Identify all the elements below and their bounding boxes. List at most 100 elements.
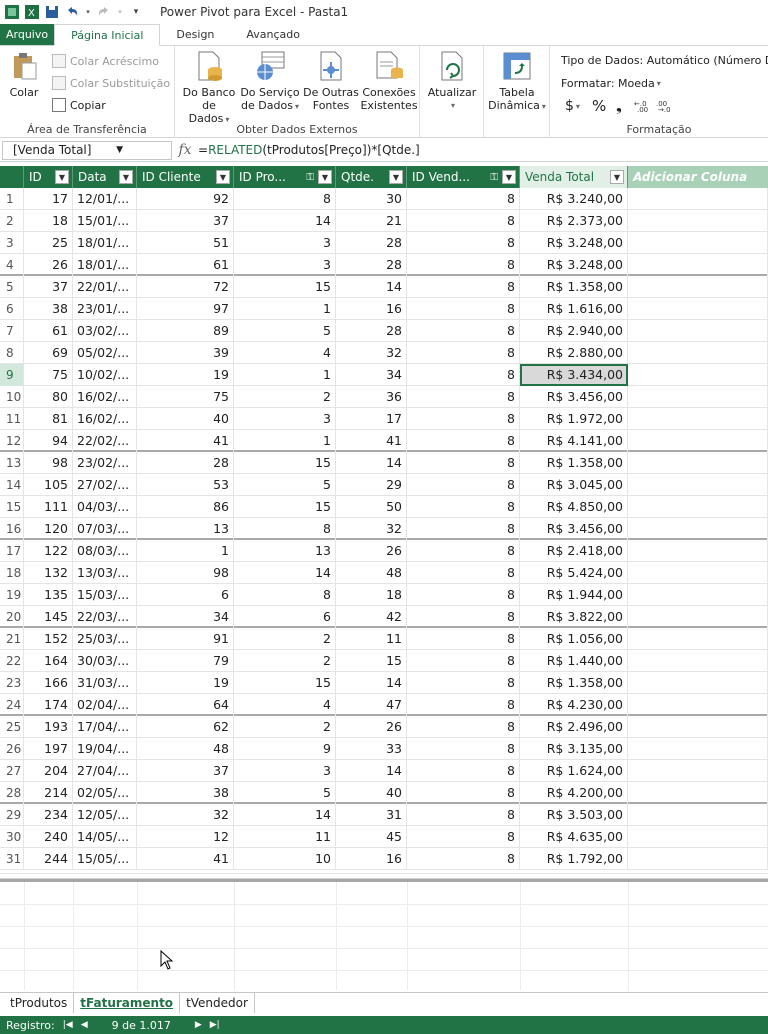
last-record-icon[interactable]: ▶| [210, 1020, 220, 1030]
cell-venda-total[interactable]: R$ 5.424,00 [520, 562, 628, 584]
row-number[interactable]: 1 [0, 188, 24, 210]
cell-venda-total[interactable]: R$ 3.456,00 [520, 386, 628, 408]
column-header-id-cliente[interactable]: ID Cliente ▼ [137, 166, 234, 188]
cell-id[interactable]: 214 [24, 782, 73, 804]
row-number[interactable]: 7 [0, 320, 24, 342]
pivot-table-button[interactable]: Tabela Dinâmica ▾ [488, 50, 546, 113]
cell-venda-total[interactable]: R$ 2.880,00 [520, 342, 628, 364]
cell-id-vendedor[interactable]: 8 [407, 716, 520, 738]
cell-data[interactable]: 31/03/... [73, 672, 137, 694]
cell-add-column[interactable] [628, 672, 768, 694]
table-row[interactable]: 18 132 13/03/... 98 14 48 8 R$ 5.424,00 [0, 562, 768, 584]
row-number[interactable]: 19 [0, 584, 24, 606]
from-database-button[interactable]: Do Banco de Dados ▾ [181, 50, 237, 126]
sheet-tab-tfaturamento[interactable]: tFaturamento [74, 993, 181, 1013]
row-number[interactable]: 13 [0, 452, 24, 474]
cell-id-produto[interactable]: 5 [234, 782, 336, 804]
tab-pagina-inicial[interactable]: Página Inicial [54, 24, 161, 46]
cell-id-cliente[interactable]: 91 [137, 628, 234, 650]
table-row[interactable]: 13 98 23/02/... 28 15 14 8 R$ 1.358,00 [0, 452, 768, 474]
cell-id-produto[interactable]: 15 [234, 496, 336, 518]
cell-add-column[interactable] [628, 694, 768, 716]
cell-qtde[interactable]: 47 [336, 694, 407, 716]
cell-add-column[interactable] [628, 298, 768, 320]
table-row[interactable]: 22 164 30/03/... 79 2 15 8 R$ 1.440,00 [0, 650, 768, 672]
redo-dropdown-icon[interactable]: ▾ [116, 4, 124, 20]
cell-id-vendedor[interactable]: 8 [407, 452, 520, 474]
cell-qtde[interactable]: 26 [336, 540, 407, 562]
cell-id-vendedor[interactable]: 8 [407, 276, 520, 298]
cell-id[interactable]: 105 [24, 474, 73, 496]
cell-qtde[interactable]: 42 [336, 606, 407, 628]
sheet-tab-tprodutos[interactable]: tProdutos [4, 993, 75, 1013]
cell-venda-total[interactable]: R$ 3.135,00 [520, 738, 628, 760]
cell-id-vendedor[interactable]: 8 [407, 496, 520, 518]
cell-id-cliente[interactable]: 12 [137, 826, 234, 848]
next-record-icon[interactable]: ▶ [195, 1020, 202, 1030]
decrease-decimal-icon-button[interactable]: .00 →.0 [656, 98, 674, 112]
cell-data[interactable]: 17/04/... [73, 716, 137, 738]
cell-id-vendedor[interactable]: 8 [407, 848, 520, 870]
row-number[interactable]: 21 [0, 628, 24, 650]
cell-data[interactable]: 30/03/... [73, 650, 137, 672]
cell-id-cliente[interactable]: 48 [137, 738, 234, 760]
cell-id-produto[interactable]: 15 [234, 276, 336, 298]
row-number[interactable]: 16 [0, 518, 24, 540]
table-row[interactable]: 2 18 15/01/... 37 14 21 8 R$ 2.373,00 [0, 210, 768, 232]
row-number[interactable]: 25 [0, 716, 24, 738]
cell-id[interactable]: 26 [24, 254, 73, 276]
cell-data[interactable]: 22/02/... [73, 430, 137, 452]
cell-id-produto[interactable]: 8 [234, 188, 336, 210]
row-number[interactable]: 5 [0, 276, 24, 298]
cell-venda-total[interactable]: R$ 2.496,00 [520, 716, 628, 738]
paste-append-button[interactable]: Colar Acréscimo [52, 54, 159, 68]
cell-id-cliente[interactable]: 75 [137, 386, 234, 408]
cell-id-vendedor[interactable]: 8 [407, 606, 520, 628]
cell-venda-total[interactable]: R$ 3.503,00 [520, 804, 628, 826]
cell-id[interactable]: 38 [24, 298, 73, 320]
column-header-id-produto[interactable]: ID Pro... ⚿ ▼ [234, 166, 336, 188]
cell-id[interactable]: 145 [24, 606, 73, 628]
column-header-qtde[interactable]: Qtde. ▼ [336, 166, 407, 188]
cell-id-produto[interactable]: 2 [234, 716, 336, 738]
cell-id-vendedor[interactable]: 8 [407, 584, 520, 606]
cell-id-cliente[interactable]: 98 [137, 562, 234, 584]
cell-venda-total[interactable]: R$ 1.624,00 [520, 760, 628, 782]
table-row[interactable]: 23 166 31/03/... 19 15 14 8 R$ 1.358,00 [0, 672, 768, 694]
cell-qtde[interactable]: 16 [336, 298, 407, 320]
cell-id-vendedor[interactable]: 8 [407, 804, 520, 826]
cell-qtde[interactable]: 18 [336, 584, 407, 606]
cell-data[interactable]: 27/02/... [73, 474, 137, 496]
cell-id[interactable]: 61 [24, 320, 73, 342]
cell-venda-total[interactable]: R$ 1.440,00 [520, 650, 628, 672]
cell-id[interactable]: 132 [24, 562, 73, 584]
paste-replace-button[interactable]: Colar Substituição [52, 76, 170, 90]
cell-add-column[interactable] [628, 518, 768, 540]
cell-id[interactable]: 240 [24, 826, 73, 848]
cell-id-produto[interactable]: 14 [234, 804, 336, 826]
cell-id-produto[interactable]: 2 [234, 628, 336, 650]
cell-add-column[interactable] [628, 496, 768, 518]
tab-avancado[interactable]: Avançado [230, 24, 316, 45]
row-number[interactable]: 18 [0, 562, 24, 584]
column-header-id-vendedor[interactable]: ID Vend... ⚿ ▼ [407, 166, 520, 188]
cell-id-vendedor[interactable]: 8 [407, 672, 520, 694]
cell-venda-total[interactable]: R$ 3.822,00 [520, 606, 628, 628]
cell-data[interactable]: 08/03/... [73, 540, 137, 562]
undo-icon[interactable] [64, 4, 80, 20]
cell-venda-total[interactable]: R$ 3.240,00 [520, 188, 628, 210]
cell-qtde[interactable]: 28 [336, 320, 407, 342]
cell-add-column[interactable] [628, 430, 768, 452]
increase-decimal-button[interactable]: ←.0.00 [634, 98, 652, 112]
cell-venda-total[interactable]: R$ 4.850,00 [520, 496, 628, 518]
cell-id-cliente[interactable]: 97 [137, 298, 234, 320]
cell-data[interactable]: 16/02/... [73, 408, 137, 430]
row-number[interactable]: 14 [0, 474, 24, 496]
cell-id[interactable]: 120 [24, 518, 73, 540]
cell-data[interactable]: 16/02/... [73, 386, 137, 408]
cell-id[interactable]: 17 [24, 188, 73, 210]
customize-toolbar-icon[interactable]: ▾ [128, 4, 144, 20]
table-row[interactable]: 14 105 27/02/... 53 5 29 8 R$ 3.045,00 [0, 474, 768, 496]
cell-add-column[interactable] [628, 364, 768, 386]
row-number[interactable]: 27 [0, 760, 24, 782]
